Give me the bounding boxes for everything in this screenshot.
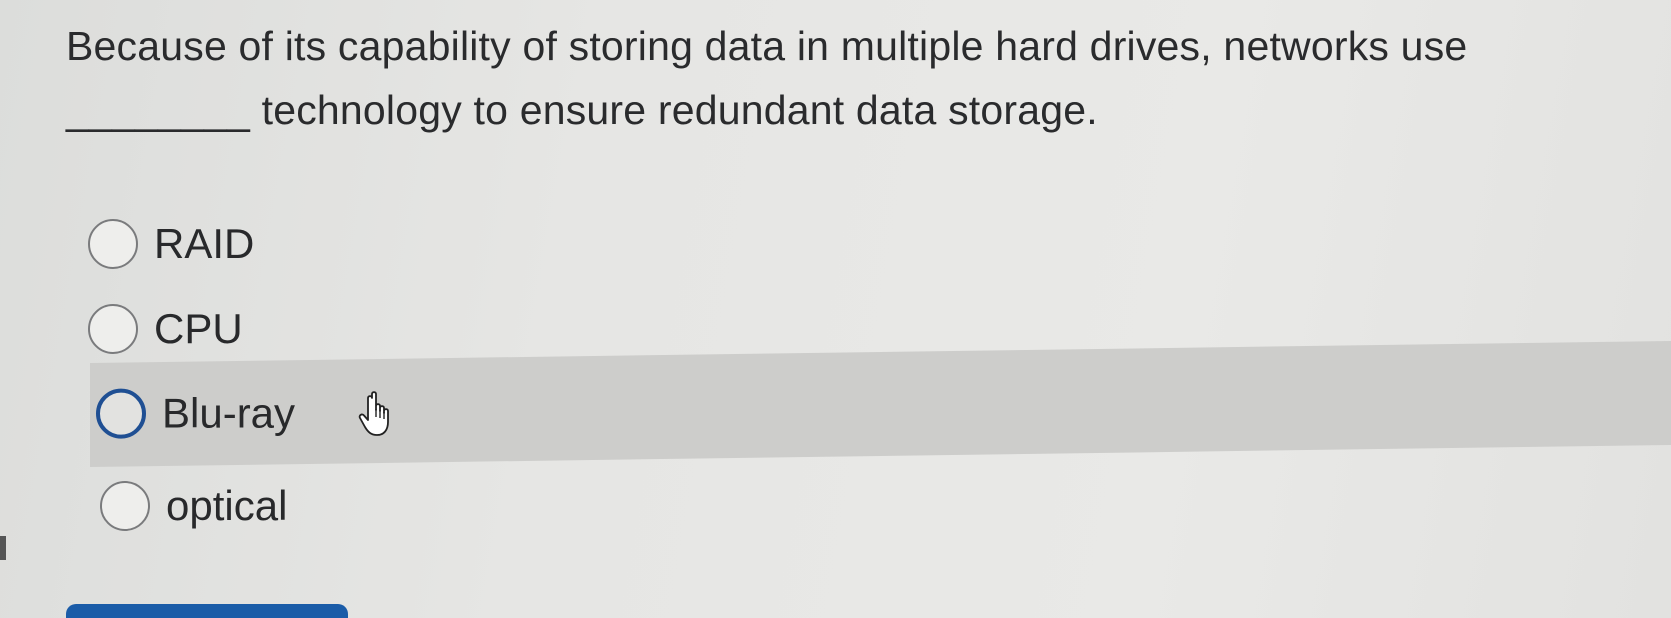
option-blu-ray[interactable]: Blu-ray — [90, 340, 1671, 468]
answer-options: RAID CPU Blu-ray optical — [0, 0, 1671, 618]
option-optical[interactable]: optical — [100, 462, 600, 550]
radio-button[interactable] — [100, 481, 150, 531]
option-label: Blu-ray — [162, 389, 296, 437]
option-raid[interactable]: RAID — [88, 200, 588, 288]
submit-button[interactable] — [66, 604, 348, 618]
radio-button[interactable] — [96, 388, 146, 439]
option-label: RAID — [154, 220, 255, 267]
hand-pointer-icon — [358, 391, 389, 436]
option-label: CPU — [154, 305, 243, 352]
radio-button[interactable] — [88, 304, 138, 354]
radio-button[interactable] — [88, 219, 138, 269]
option-label: optical — [166, 482, 288, 529]
left-edge-mark — [0, 536, 6, 560]
